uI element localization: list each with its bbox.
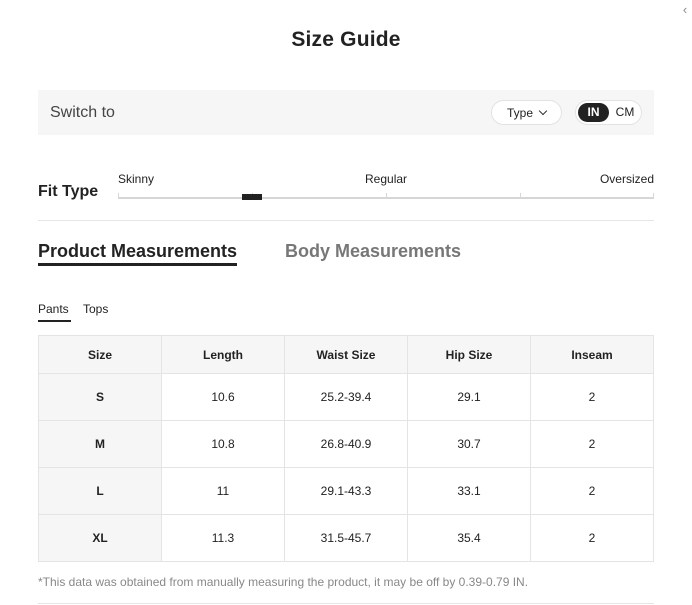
table-row: L 11 29.1-43.3 33.1 2 — [38, 467, 654, 515]
column-header: Waist Size — [284, 335, 408, 374]
chevron-down-icon — [538, 106, 548, 115]
active-subtab-underline — [38, 320, 71, 322]
column-header: Hip Size — [407, 335, 531, 374]
type-dropdown-label: Type — [506, 105, 533, 120]
table-cell: 25.2-39.4 — [284, 373, 408, 421]
fit-scale-tick — [520, 193, 521, 198]
table-cell: 10.6 — [161, 373, 285, 421]
type-dropdown[interactable]: Type — [491, 100, 562, 125]
unit-in-button[interactable]: IN — [578, 103, 609, 122]
fit-option-regular: Regular — [365, 172, 408, 186]
fit-option-oversized: Oversized — [599, 172, 654, 186]
measurement-note: *This data was obtained from manually me… — [38, 575, 529, 589]
tab-product-measurements[interactable]: Product Measurements — [38, 241, 237, 262]
subtab-pants[interactable]: Pants — [38, 302, 69, 316]
table-row: XL 11.3 31.5-45.7 35.4 2 — [38, 514, 654, 562]
divider — [38, 220, 654, 221]
size-cell: L — [38, 467, 162, 515]
table-cell: 2 — [530, 514, 654, 562]
table-cell: 26.8-40.9 — [284, 420, 408, 468]
table-cell: 11 — [161, 467, 285, 515]
column-header: Length — [161, 335, 285, 374]
table-cell: 11.3 — [161, 514, 285, 562]
table-cell: 2 — [530, 420, 654, 468]
switch-label: Switch to — [50, 104, 115, 121]
table-cell: 30.7 — [407, 420, 531, 468]
modal-title: Size Guide — [291, 28, 401, 51]
size-table: Size Length Waist Size Hip Size Inseam S… — [38, 335, 654, 562]
size-cell: S — [38, 373, 162, 421]
unit-toggle: IN CM — [575, 100, 642, 125]
active-tab-underline — [38, 263, 237, 266]
subtab-tops[interactable]: Tops — [83, 302, 108, 316]
fit-scale-tick — [653, 193, 654, 198]
column-header: Inseam — [530, 335, 654, 374]
fit-type-label: Fit Type — [38, 183, 99, 200]
table-cell: 35.4 — [407, 514, 531, 562]
table-cell: 33.1 — [407, 467, 531, 515]
unit-cm-button[interactable]: CM — [610, 103, 640, 122]
fit-option-skinny: Skinny — [118, 172, 155, 186]
size-cell: XL — [38, 514, 162, 562]
close-icon[interactable]: ‹ — [678, 2, 692, 18]
table-header-row: Size Length Waist Size Hip Size Inseam — [38, 335, 654, 374]
size-cell: M — [38, 420, 162, 468]
table-cell: 2 — [530, 467, 654, 515]
column-header: Size — [38, 335, 162, 374]
table-cell: 2 — [530, 373, 654, 421]
table-cell: 10.8 — [161, 420, 285, 468]
fit-scale-tick — [386, 193, 387, 198]
divider — [38, 603, 654, 604]
table-row: S 10.6 25.2-39.4 29.1 2 — [38, 373, 654, 421]
switch-bar: Switch to Type IN CM — [38, 90, 654, 135]
fit-scale-tick — [118, 193, 119, 198]
table-cell: 29.1 — [407, 373, 531, 421]
table-cell: 29.1-43.3 — [284, 467, 408, 515]
tab-body-measurements[interactable]: Body Measurements — [285, 241, 461, 262]
table-cell: 31.5-45.7 — [284, 514, 408, 562]
table-row: M 10.8 26.8-40.9 30.7 2 — [38, 420, 654, 468]
fit-marker — [242, 194, 262, 200]
